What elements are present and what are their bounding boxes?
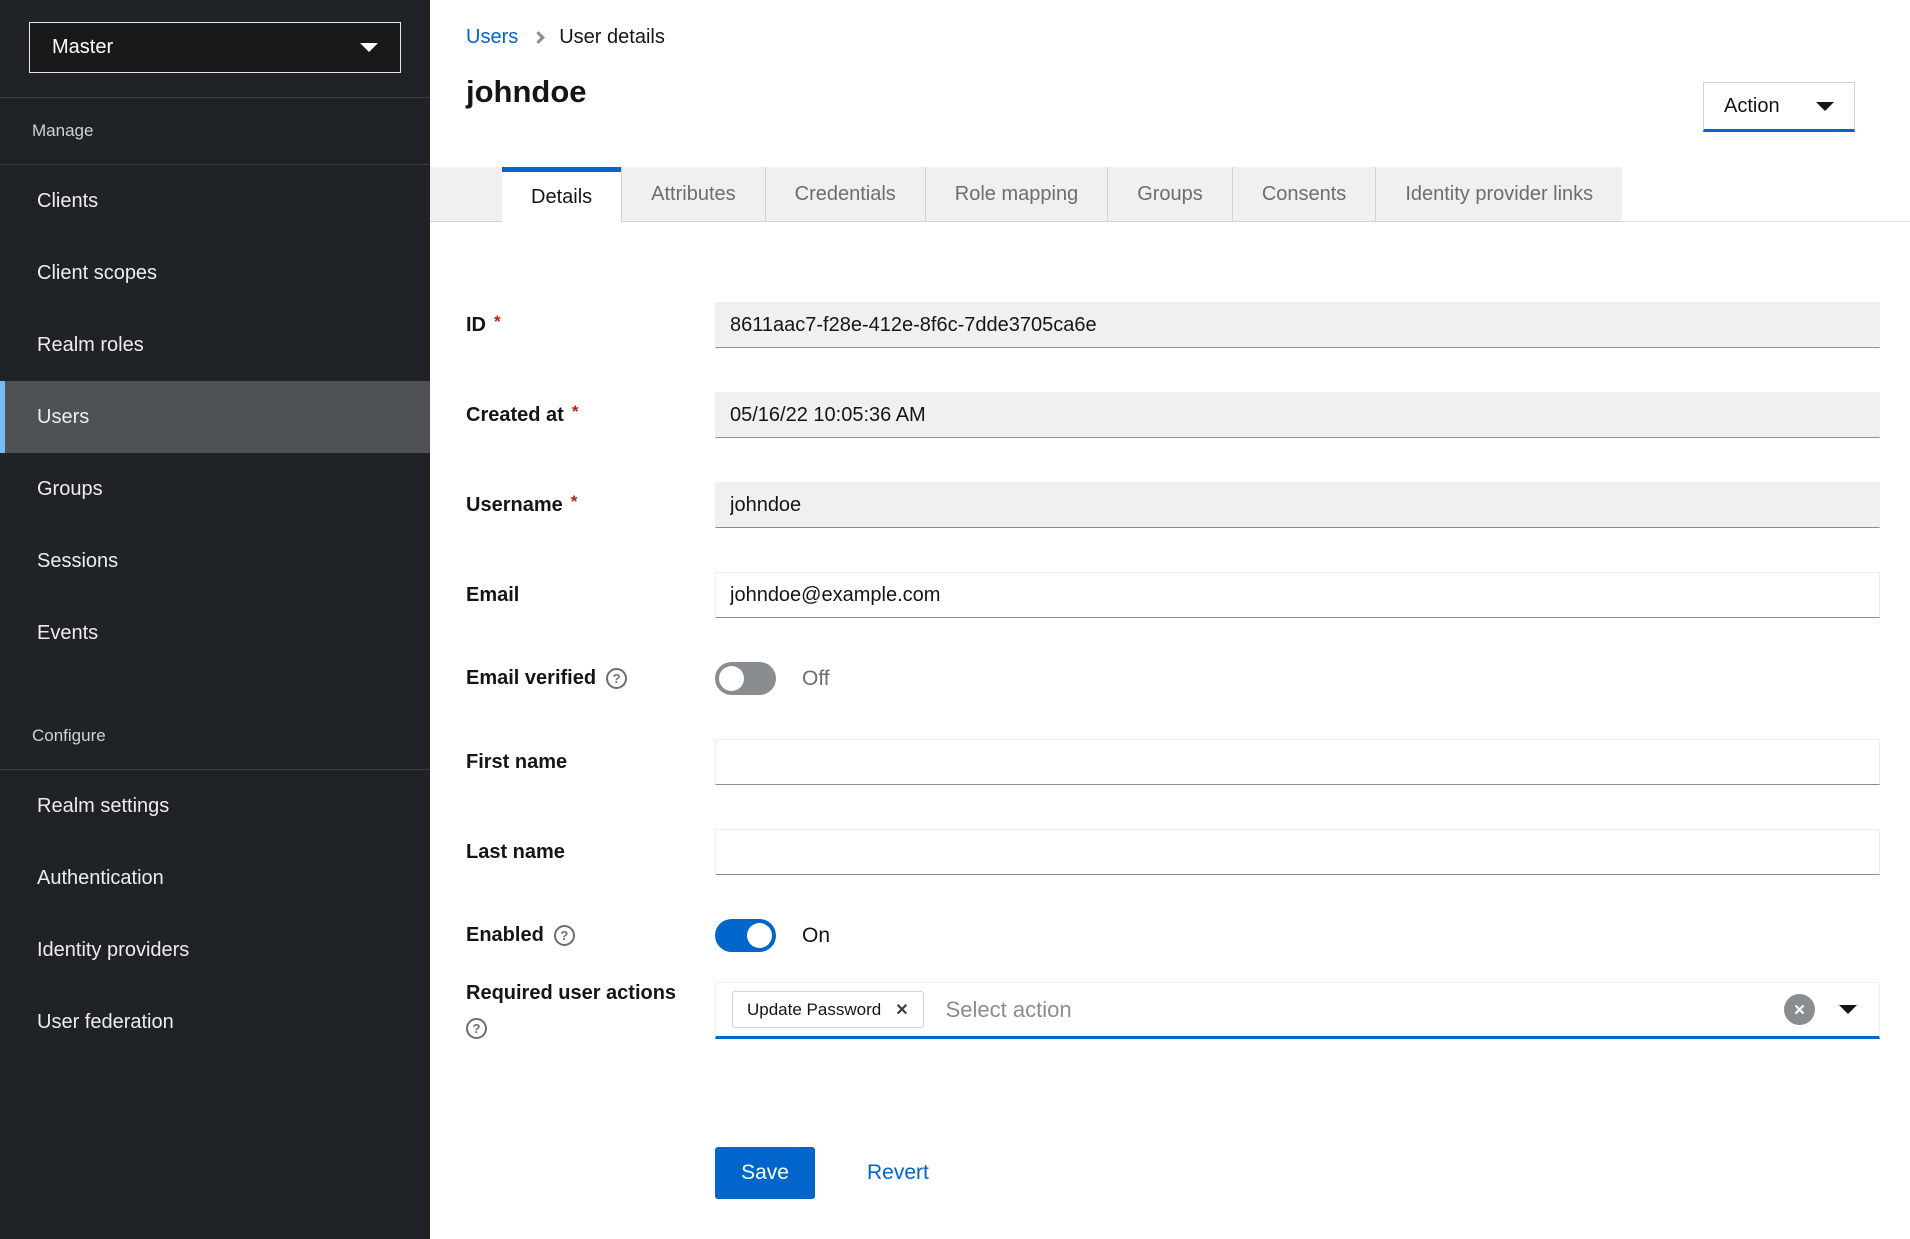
- required-asterisk: *: [572, 402, 579, 422]
- sidebar-item-groups[interactable]: Groups: [0, 453, 430, 525]
- tab-identity-provider-links[interactable]: Identity provider links: [1375, 167, 1622, 222]
- breadcrumb-users-link[interactable]: Users: [466, 26, 518, 49]
- breadcrumb: Users User details: [430, 0, 1910, 49]
- required-asterisk: *: [494, 312, 501, 332]
- sidebar-section-manage: Manage: [0, 98, 430, 164]
- action-dropdown-label: Action: [1724, 95, 1780, 118]
- toggle-knob: [719, 666, 744, 691]
- enabled-toggle[interactable]: [715, 919, 776, 952]
- multiselect-controls: ✕: [1784, 994, 1863, 1025]
- sidebar-item-events[interactable]: Events: [0, 597, 430, 669]
- clear-all-icon[interactable]: ✕: [1784, 994, 1815, 1025]
- chip-update-password: Update Password ✕: [732, 991, 924, 1028]
- form-row-enabled: Enabled ? On: [466, 919, 1880, 952]
- realm-selector-label: Master: [52, 36, 113, 59]
- sidebar-item-clients[interactable]: Clients: [0, 165, 430, 237]
- tab-details[interactable]: Details: [502, 167, 621, 222]
- realm-selector[interactable]: Master: [29, 22, 401, 73]
- chevron-down-icon: [360, 43, 378, 52]
- email-verified-toggle[interactable]: [715, 662, 776, 695]
- form-row-email-verified: Email verified ? Off: [466, 662, 1880, 695]
- email-field[interactable]: [715, 572, 1880, 618]
- spacer: [0, 669, 430, 703]
- required-asterisk: *: [571, 492, 578, 512]
- required-user-actions-label: Required user actions ?: [466, 982, 715, 1039]
- sidebar-item-realm-roles[interactable]: Realm roles: [0, 309, 430, 381]
- required-user-actions-select[interactable]: Update Password ✕ Select action ✕: [715, 982, 1880, 1039]
- sidebar-section-configure: Configure: [0, 703, 430, 769]
- sidebar: Master Manage Clients Client scopes Real…: [0, 0, 430, 1239]
- form-row-email: Email: [466, 572, 1880, 618]
- breadcrumb-current: User details: [559, 26, 665, 49]
- enabled-toggle-wrap: On: [715, 919, 1880, 952]
- revert-link[interactable]: Revert: [867, 1161, 929, 1185]
- form-row-last-name: Last name: [466, 829, 1880, 875]
- first-name-label: First name: [466, 751, 715, 774]
- tab-credentials[interactable]: Credentials: [765, 167, 925, 222]
- form-row-username: Username *: [466, 482, 1880, 528]
- chevron-right-icon: [532, 31, 545, 44]
- form-row-first-name: First name: [466, 739, 1880, 785]
- chevron-down-icon: [1816, 102, 1834, 111]
- sidebar-item-client-scopes[interactable]: Client scopes: [0, 237, 430, 309]
- sidebar-item-users[interactable]: Users: [0, 381, 430, 453]
- chip-remove-icon[interactable]: ✕: [895, 1000, 908, 1020]
- form-row-id: ID *: [466, 302, 1880, 348]
- created-at-field[interactable]: [715, 392, 1880, 438]
- help-icon[interactable]: ?: [606, 668, 627, 689]
- tab-filler: [430, 167, 502, 222]
- tab-strip: Details Attributes Credentials Role mapp…: [430, 167, 1910, 222]
- form-row-created-at: Created at *: [466, 392, 1880, 438]
- email-verified-toggle-wrap: Off: [715, 662, 1880, 695]
- email-verified-state: Off: [802, 667, 830, 691]
- tab-consents[interactable]: Consents: [1232, 167, 1376, 222]
- sidebar-item-sessions[interactable]: Sessions: [0, 525, 430, 597]
- first-name-field[interactable]: [715, 739, 1880, 785]
- save-button[interactable]: Save: [715, 1147, 815, 1199]
- form-row-required-user-actions: Required user actions ? Update Password …: [466, 982, 1880, 1039]
- enabled-label: Enabled ?: [466, 924, 715, 947]
- main-content: Users User details johndoe Action Detail…: [430, 0, 1910, 1239]
- help-icon[interactable]: ?: [554, 925, 575, 946]
- last-name-label: Last name: [466, 841, 715, 864]
- select-action-placeholder: Select action: [946, 997, 1072, 1023]
- id-field[interactable]: [715, 302, 1880, 348]
- help-icon[interactable]: ?: [466, 1018, 487, 1039]
- username-field[interactable]: [715, 482, 1880, 528]
- created-at-label: Created at *: [466, 404, 715, 427]
- toggle-knob: [747, 923, 772, 948]
- tab-groups[interactable]: Groups: [1107, 167, 1232, 222]
- sidebar-item-realm-settings[interactable]: Realm settings: [0, 770, 430, 842]
- enabled-state: On: [802, 924, 830, 948]
- last-name-field[interactable]: [715, 829, 1880, 875]
- form-footer: Save Revert: [715, 1147, 1880, 1199]
- username-label: Username *: [466, 494, 715, 517]
- user-details-form: ID * Created at * Username * Email: [466, 302, 1880, 1199]
- tab-filler: [1622, 167, 1910, 222]
- tab-attributes[interactable]: Attributes: [621, 167, 764, 222]
- sidebar-item-identity-providers[interactable]: Identity providers: [0, 914, 430, 986]
- action-dropdown[interactable]: Action: [1703, 82, 1855, 132]
- chevron-down-icon[interactable]: [1839, 1005, 1857, 1014]
- page-title: johndoe: [466, 73, 1910, 111]
- email-verified-label: Email verified ?: [466, 667, 715, 690]
- sidebar-item-authentication[interactable]: Authentication: [0, 842, 430, 914]
- sidebar-item-user-federation[interactable]: User federation: [0, 986, 430, 1058]
- tab-role-mapping[interactable]: Role mapping: [925, 167, 1107, 222]
- id-label: ID *: [466, 314, 715, 337]
- email-label: Email: [466, 584, 715, 607]
